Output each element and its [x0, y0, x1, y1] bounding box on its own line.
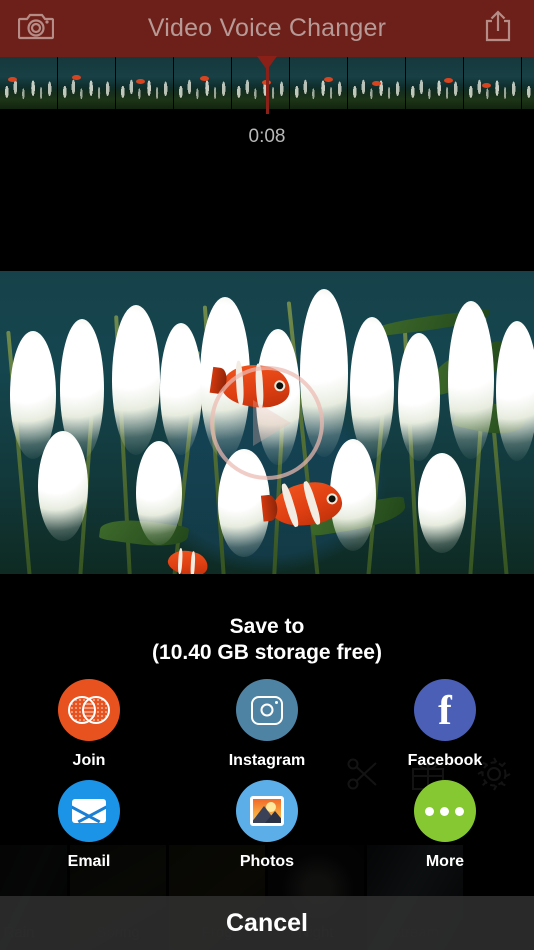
filmstrip-frame[interactable]	[174, 57, 232, 109]
filmstrip-frame[interactable]	[0, 57, 58, 109]
share-option-instagram[interactable]: Instagram	[178, 679, 356, 770]
play-icon	[252, 399, 291, 446]
timecode-label: 0:08	[248, 126, 286, 147]
share-sheet-title-line2: (10.40 GB storage free)	[152, 641, 382, 664]
flower-blossom	[160, 323, 202, 455]
clownfish	[260, 479, 345, 529]
filmstrip-frame[interactable]	[348, 57, 406, 109]
play-button[interactable]	[210, 365, 324, 480]
share-option-join[interactable]: Join	[0, 679, 178, 770]
share-option-photos[interactable]: Photos	[178, 780, 356, 871]
share-option-label: Facebook	[407, 752, 483, 769]
share-sheet-title: Save to (10.40 GB storage free)	[0, 574, 534, 666]
share-sheet-title-line1: Save to	[229, 615, 305, 638]
flower-blossom	[398, 333, 440, 461]
filmstrip-frame[interactable]	[522, 57, 534, 109]
email-icon	[71, 799, 106, 823]
photos-bubble[interactable]	[235, 780, 298, 842]
share-option-email[interactable]: Email	[0, 780, 178, 871]
app-header: Video Voice Changer	[0, 0, 534, 57]
filmstrip-frame[interactable]	[406, 57, 464, 109]
flower-blossom	[136, 441, 182, 545]
share-option-label: Join	[72, 752, 106, 769]
filmstrip-frame[interactable]	[290, 57, 348, 109]
flower-blossom	[350, 317, 394, 459]
filmstrip-frame[interactable]	[464, 57, 522, 109]
photos-icon	[249, 796, 284, 826]
camera-button[interactable]	[0, 0, 72, 57]
cancel-button-label: Cancel	[226, 908, 308, 937]
app-root: Video Voice Changer 0:08 Save to (10.40 …	[0, 0, 534, 950]
video-preview[interactable]	[0, 271, 534, 574]
share-option-label: Photos	[239, 853, 295, 870]
timeline-playhead[interactable]	[257, 56, 277, 114]
instagram-bubble[interactable]	[235, 679, 298, 741]
timecode-area: 0:08	[0, 109, 534, 271]
instagram-icon	[250, 695, 283, 725]
share-button[interactable]	[462, 0, 534, 57]
page-title: Video Voice Changer	[147, 14, 387, 42]
camera-icon	[17, 11, 55, 46]
share-option-more[interactable]: More	[356, 780, 534, 871]
filmstrip-frame[interactable]	[116, 57, 174, 109]
filmstrip-frame[interactable]	[58, 57, 116, 109]
share-icon	[484, 9, 512, 48]
cancel-button[interactable]: Cancel	[0, 896, 534, 950]
share-option-facebook[interactable]: f Facebook	[356, 679, 534, 770]
flower-blossom	[418, 453, 466, 553]
share-option-label: Email	[67, 853, 111, 870]
facebook-icon: f	[438, 687, 452, 733]
share-option-label: More	[425, 853, 465, 870]
share-option-label: Instagram	[228, 752, 306, 769]
facebook-bubble[interactable]: f	[413, 679, 476, 741]
flower-blossom	[112, 305, 160, 455]
more-bubble[interactable]	[413, 780, 476, 842]
flower-blossom	[38, 431, 88, 541]
share-options-grid: Join Instagram f Facebook Email Photos M…	[0, 679, 534, 881]
flower-blossom	[448, 301, 494, 459]
more-icon	[425, 806, 465, 816]
join-bubble[interactable]	[57, 679, 120, 741]
email-bubble[interactable]	[57, 780, 120, 842]
flower-blossom	[496, 321, 534, 461]
share-sheet: Save to (10.40 GB storage free) Join Ins…	[0, 574, 534, 950]
join-icon	[67, 696, 110, 724]
